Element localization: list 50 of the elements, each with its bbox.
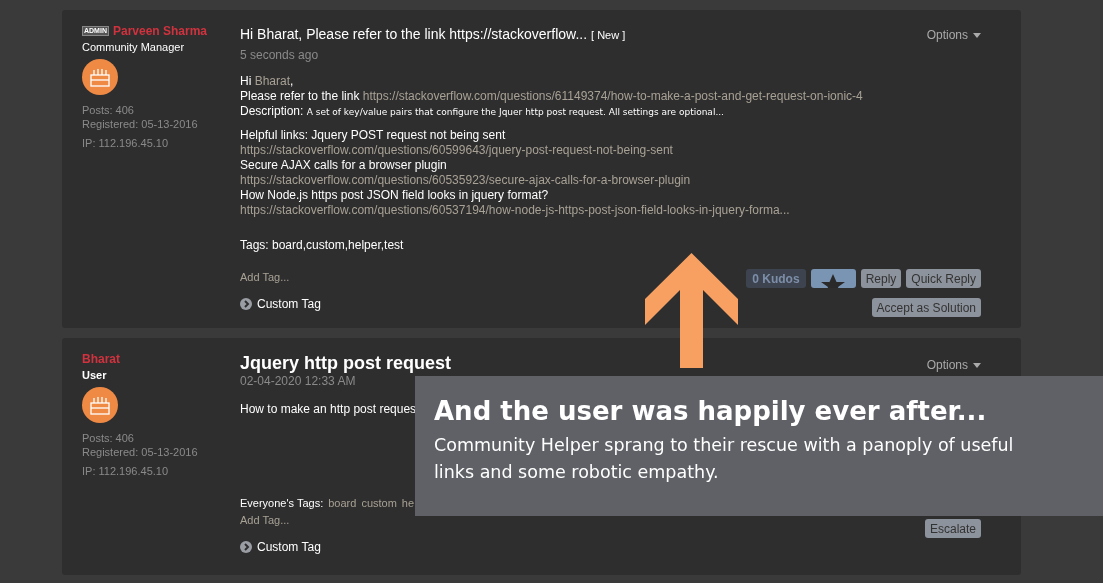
action-button[interactable]: Quick Reply <box>906 269 981 288</box>
body-link[interactable]: https://stackoverflow.com/questions/60537194/how-node-js-https-post-json-field-looks-in-jquery-forma... <box>240 203 1001 218</box>
body-link[interactable]: https://stackoverflow.com/questions/60535923/secure-ajax-calls-for-a-browser-plugin <box>240 173 1001 188</box>
new-label: [ New ] <box>591 29 626 41</box>
post-title: Jquery http post request <box>240 353 452 373</box>
body-text: Tags: board,custom,helper,test <box>240 238 404 253</box>
callout-heading: And the user was happily ever after... <box>434 396 988 426</box>
callout-text: Community Helper sprang to their rescue with a panoply of useful links and some robotic empathy. <box>434 434 1015 484</box>
tag-link[interactable]: he <box>401 497 415 509</box>
chevron-icon <box>240 298 252 310</box>
post-count: Posts: 406 <box>82 431 135 445</box>
tag-link[interactable]: custom <box>361 497 397 509</box>
post-title: Hi Bharat, Please refer to the link https://stackoverflow... <box>240 26 588 42</box>
tags-label: Everyone's Tags: <box>240 497 324 509</box>
body-text: Hi Bharat, <box>240 74 294 89</box>
options-menu[interactable]: Options <box>926 28 981 42</box>
ip-address: IP: 112.196.45.10 <box>82 464 170 478</box>
author-role: User <box>82 369 108 381</box>
custom-tag-toggle[interactable]: Custom Tag <box>240 297 321 311</box>
body-text: Description: A set of key/value pairs that configure the Jquer http post request. All settings are optional... <box>240 104 724 120</box>
avatar-icon <box>82 387 118 423</box>
add-tag-link[interactable]: Add Tag... <box>240 271 321 283</box>
body-link[interactable]: https://stackoverflow.com/questions/61149374/how-to-make-a-post-and-get-request-on-ionic-4 <box>362 89 863 103</box>
post-time: 5 seconds ago <box>240 48 320 62</box>
chevron-icon <box>240 541 252 553</box>
kudo-button[interactable] <box>810 269 856 288</box>
avatar-icon <box>82 59 118 95</box>
body-text: Please refer to the link https://stackoverflow.com/questions/61149374/how-to-make-a-post-and-get-request-on-ionic-4 <box>240 89 863 104</box>
registered-date: Registered: 05-13-2016 <box>82 117 199 131</box>
registered-date: Registered: 05-13-2016 <box>82 445 199 459</box>
post-time: 02-04-2020 12:33 AM <box>240 374 357 388</box>
action-button[interactable]: Reply <box>860 269 902 288</box>
post-count: Posts: 406 <box>82 103 135 117</box>
options-menu[interactable]: Options <box>926 358 981 372</box>
author-role: Community Manager <box>82 41 186 53</box>
arrow-up-icon <box>645 253 738 368</box>
caret-icon <box>973 362 981 368</box>
add-tag-link[interactable]: Add Tag... <box>240 514 321 526</box>
kudos-count[interactable]: 0 Kudos <box>746 269 806 288</box>
action-button[interactable]: Accept as Solution <box>871 298 981 317</box>
custom-tag-toggle[interactable]: Custom Tag <box>240 540 321 554</box>
body-text: How to make an http post reques <box>240 402 417 417</box>
body-text: Secure AJAX calls for a browser plugin <box>240 158 447 173</box>
action-button[interactable]: Escalate <box>924 519 981 538</box>
body-text: How Node.js https post JSON field looks in jquery format? <box>240 188 549 203</box>
ip-address: IP: 112.196.45.10 <box>82 136 170 150</box>
body-text: Helpful links: Jquery POST request not being sent <box>240 128 506 143</box>
body-link[interactable]: https://stackoverflow.com/questions/60599643/jquery-post-request-not-being-sent <box>240 143 1001 158</box>
tag-link[interactable]: board <box>328 497 357 509</box>
caret-icon <box>973 32 981 38</box>
